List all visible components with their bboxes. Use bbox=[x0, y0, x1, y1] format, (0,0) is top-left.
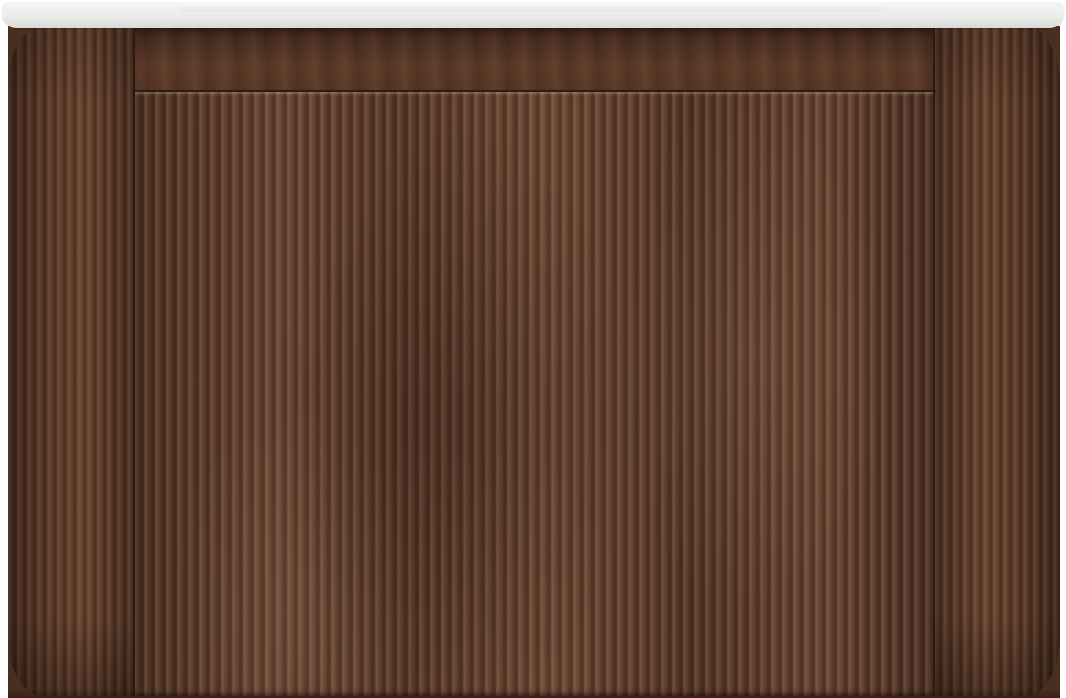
left-panel-shading bbox=[8, 26, 134, 696]
right-fluted-side-panel bbox=[934, 26, 1060, 696]
wood-grain-texture bbox=[134, 92, 934, 696]
right-panel-seam bbox=[933, 26, 935, 696]
right-panel-shading bbox=[934, 26, 1060, 696]
base-shadow bbox=[8, 688, 1060, 698]
top-rail-veneer bbox=[134, 26, 934, 92]
fluted-drawer-front bbox=[134, 92, 934, 696]
integrated-basin-lip bbox=[180, 3, 882, 12]
left-fluted-side-panel bbox=[8, 26, 134, 696]
left-panel-seam bbox=[133, 26, 135, 696]
drawer-top-edge bbox=[132, 90, 936, 92]
product-image bbox=[0, 0, 1066, 698]
